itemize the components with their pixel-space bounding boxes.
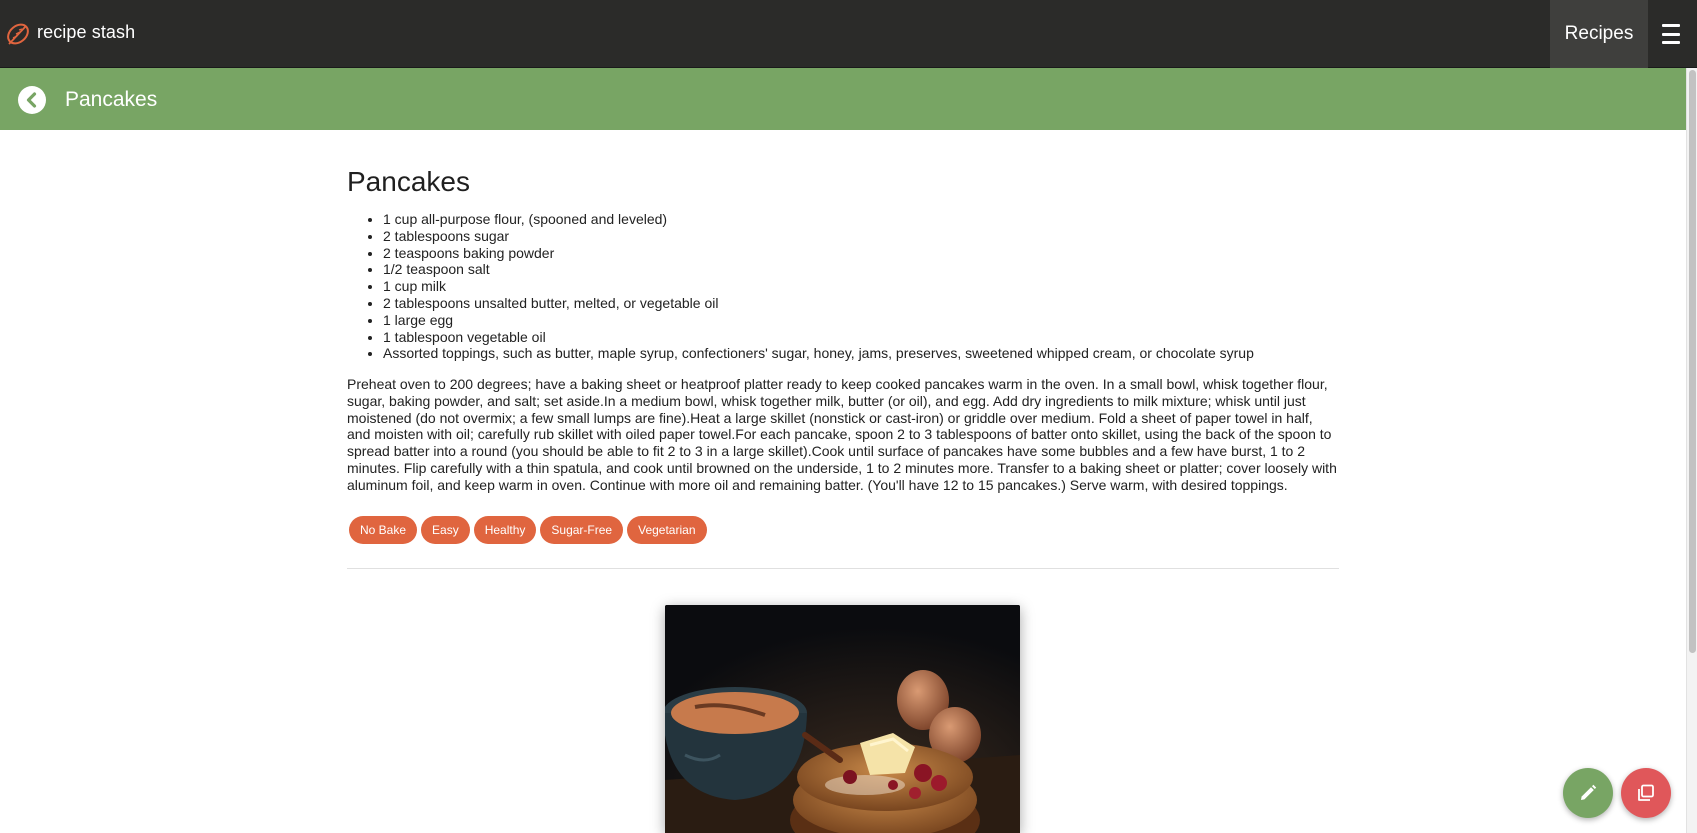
tag-chip-healthy[interactable]: Healthy <box>473 516 537 544</box>
ingredient-item: 1 cup milk <box>383 278 1254 295</box>
copy-icon <box>1638 784 1654 801</box>
page-scrollbar[interactable] <box>1686 68 1697 833</box>
tag-chip-vegetarian[interactable]: Vegetarian <box>627 516 707 544</box>
page-header-title: Pancakes <box>65 88 158 111</box>
tag-chip-easy[interactable]: Easy <box>421 516 470 544</box>
ingredient-item: 1/2 teaspoon salt <box>383 261 1254 278</box>
copy-recipe-button[interactable] <box>1621 768 1671 818</box>
ingredients-list: 1 cup all-purpose flour, (spooned and le… <box>383 211 1254 362</box>
scrollbar-thumb[interactable] <box>1689 70 1696 653</box>
top-navbar: recipe stash Recipes <box>0 0 1697 68</box>
ingredient-item: 2 tablespoons unsalted butter, melted, o… <box>383 295 1254 312</box>
ingredient-item: 1 cup all-purpose flour, (spooned and le… <box>383 211 1254 228</box>
ingredient-item: 1 tablespoon vegetable oil <box>383 329 1254 346</box>
pencil-icon <box>1581 784 1597 800</box>
ingredient-item: 1 large egg <box>383 312 1254 329</box>
brand-name[interactable]: recipe stash <box>37 22 135 43</box>
ingredient-item: 2 tablespoons sugar <box>383 228 1254 245</box>
ingredient-item: 2 teaspoons baking powder <box>383 245 1254 262</box>
content-divider <box>347 568 1339 569</box>
recipe-directions: Preheat oven to 200 degrees; have a baki… <box>347 376 1337 493</box>
back-button[interactable] <box>18 86 46 114</box>
page-header-bar: Pancakes <box>0 68 1686 130</box>
ingredient-item: Assorted toppings, such as butter, maple… <box>383 345 1254 362</box>
leaf-logo-icon[interactable] <box>4 20 32 48</box>
recipe-title: Pancakes <box>347 166 470 197</box>
nav-recipes-link[interactable]: Recipes <box>1550 0 1648 68</box>
tag-chip-sugar-free[interactable]: Sugar-Free <box>540 516 624 544</box>
tag-chip-no-bake[interactable]: No Bake <box>349 516 418 544</box>
hamburger-menu-icon[interactable] <box>1658 21 1684 47</box>
edit-recipe-button[interactable] <box>1563 768 1613 818</box>
recipe-photo <box>665 605 1020 833</box>
chevron-left-circle-icon <box>26 92 37 108</box>
tag-list: No Bake Easy Healthy Sugar-Free Vegetari… <box>349 516 707 544</box>
